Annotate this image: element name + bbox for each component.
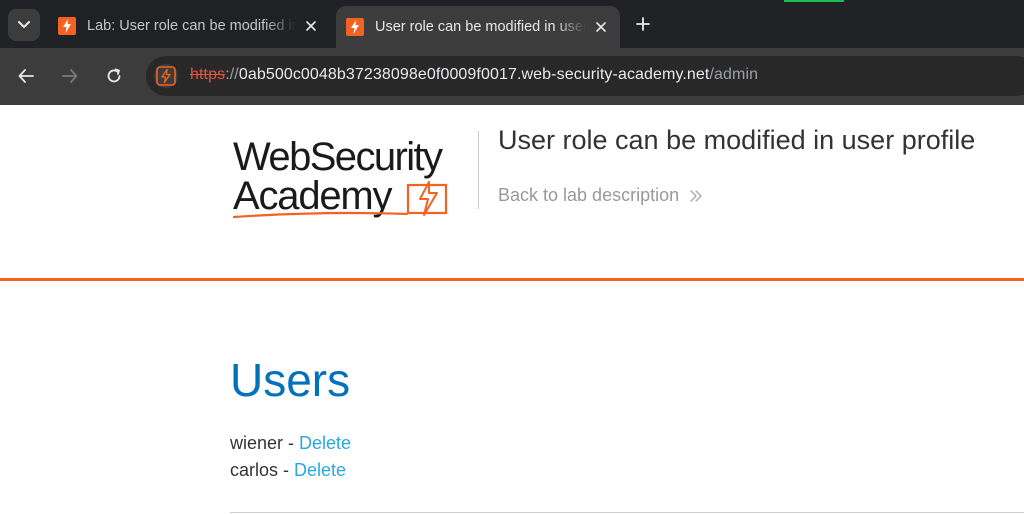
burp-favicon-icon [58,17,76,35]
url-scheme: https [190,66,226,83]
arrow-left-icon [18,69,34,83]
arrow-right-icon [62,69,78,83]
back-link-label: Back to lab description [498,185,680,205]
user-separator: - [278,460,295,480]
new-tab-button[interactable] [632,13,654,35]
tab-title: User role can be modified in user profil… [375,19,586,35]
plus-icon [636,17,650,31]
tab-strip-accent [784,0,844,2]
forward-button[interactable] [58,64,82,88]
chevron-down-icon [18,21,30,28]
tab-search-button[interactable] [8,9,40,41]
lab-title: User role can be modified in user profil… [498,125,976,155]
close-tab-icon[interactable] [592,18,610,36]
tab-title: Lab: User role can be modified in user p… [87,18,296,34]
url-host: 0ab500c0048b37238098e0f0009f0017.web-sec… [238,66,710,83]
reload-button[interactable] [102,64,126,88]
logo-line1: WebSecurity [233,135,443,179]
delete-wiener-link[interactable]: Delete [299,433,351,453]
url-path: /admin [709,66,759,83]
double-chevron-right-icon [689,189,703,203]
web-security-academy-logo[interactable]: WebSecurity Academy [232,133,474,219]
browser-toolbar: https://0ab500c0048b37238098e0f0009f0017… [0,48,1024,105]
close-tab-icon[interactable] [302,17,320,35]
browser-tab-strip: Lab: User role can be modified in user p… [0,0,1024,48]
page-content: WebSecurity Academy User role can be mod… [0,105,1024,514]
header-divider [478,131,479,209]
tab-lab-description[interactable]: Lab: User role can be modified in user p… [48,7,330,45]
logo-line2: Academy [233,174,393,218]
user-row-carlos: carlos - Delete [230,460,346,481]
site-info-icon[interactable] [154,64,178,88]
username: wiener [230,433,284,453]
content-divider [230,512,1024,513]
url-text: https://0ab500c0048b37238098e0f0009f0017… [190,66,758,84]
delete-carlos-link[interactable]: Delete [294,460,346,480]
username: carlos [230,460,279,480]
url-separator: :// [225,66,239,83]
user-row-wiener: wiener - Delete [230,433,351,454]
burp-favicon-icon [346,18,364,36]
reload-icon [107,68,121,83]
header-separator [0,278,1024,281]
tab-user-role-lab[interactable]: User role can be modified in user profil… [336,6,620,48]
back-to-lab-description-link[interactable]: Back to lab description [498,185,703,206]
users-heading: Users [230,354,351,406]
user-separator: - [283,433,300,453]
address-bar[interactable]: https://0ab500c0048b37238098e0f0009f0017… [146,56,1024,96]
back-button[interactable] [14,64,38,88]
